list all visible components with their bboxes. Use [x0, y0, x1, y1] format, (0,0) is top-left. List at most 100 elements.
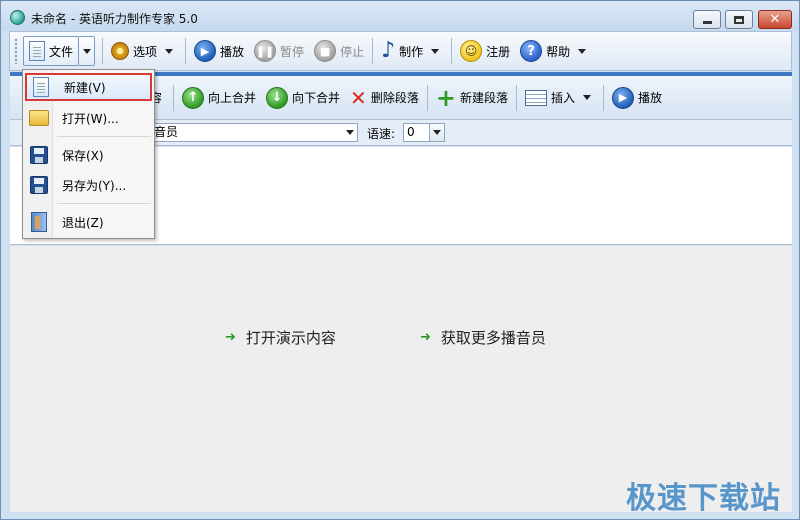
arrow-right-icon: ➜ — [225, 330, 236, 345]
stop-button-label: 停止 — [340, 44, 365, 59]
maximize-button[interactable] — [725, 10, 753, 29]
chevron-down-icon[interactable] — [165, 48, 174, 54]
insert-label: 插入 — [550, 91, 575, 105]
stop-button[interactable]: ■ 停止 — [309, 36, 369, 66]
file-button-label: 文件 — [49, 44, 74, 59]
play-icon: ▶ — [194, 40, 217, 62]
new-paragraph-button[interactable]: + 新建段落 — [431, 83, 513, 113]
arrow-up-icon: ↑ — [182, 86, 205, 109]
speed-select-value: 0 — [407, 125, 415, 139]
merge-down-button[interactable]: ↓ 向下合并 — [261, 83, 345, 113]
file-dropdown-button[interactable] — [79, 36, 96, 66]
more-voices-label: 获取更多播音员 — [440, 329, 546, 347]
close-icon: ✕ — [769, 12, 781, 27]
play-icon: ▶ — [611, 86, 634, 109]
voice-select-dropdown[interactable] — [342, 124, 357, 141]
app-window: 未命名 - 英语听力制作专家 5.0 ✕ 文件 选项 ▶ 播放 ❚❚ 暂停 ■ … — [0, 0, 800, 520]
insert-button[interactable]: 插入 — [520, 83, 600, 113]
speed-select-dropdown[interactable] — [429, 124, 444, 141]
app-globe-icon — [10, 10, 25, 25]
close-button[interactable]: ✕ — [758, 10, 792, 29]
menu-separator — [57, 203, 151, 204]
window-title: 未命名 - 英语听力制作专家 5.0 — [31, 12, 198, 26]
menu-item-save-as[interactable]: 另存为(Y)... — [25, 171, 152, 199]
toolbar-separator — [426, 84, 428, 111]
save-disk-icon — [30, 146, 48, 164]
options-button[interactable]: 选项 — [106, 36, 182, 66]
menu-item-label: 另存为(Y)... — [62, 178, 127, 193]
chevron-down-icon[interactable] — [431, 48, 440, 54]
file-button[interactable]: 文件 — [23, 36, 80, 66]
play-button[interactable]: ▶ 播放 — [189, 36, 249, 66]
arrow-right-icon: ➜ — [420, 330, 431, 345]
open-demo-link[interactable]: ➜ 打开演示内容 — [225, 327, 336, 348]
toolbar-grip[interactable] — [14, 38, 18, 64]
toolbar-separator — [372, 38, 374, 64]
minimize-icon — [702, 21, 712, 24]
menu-item-new[interactable]: 新建(V) — [25, 73, 152, 101]
toolbar-separator — [515, 84, 517, 111]
chevron-down-icon — [345, 130, 354, 135]
speed-select[interactable]: 0 — [403, 123, 445, 142]
help-button-label: 帮助 — [546, 44, 571, 59]
music-note-icon: ♪ — [381, 38, 396, 63]
voice-select[interactable]: 音员 — [150, 123, 358, 142]
register-button-label: 注册 — [486, 44, 511, 59]
delete-paragraph-label: 删除段落 — [370, 91, 419, 105]
more-voices-link[interactable]: ➜ 获取更多播音员 — [420, 327, 546, 348]
file-document-icon — [29, 41, 45, 61]
toolbar-separator — [451, 38, 453, 64]
delete-x-icon: ✕ — [350, 85, 367, 110]
help-button[interactable]: ? 帮助 — [515, 36, 595, 66]
merge-down-label: 向下合并 — [292, 91, 341, 105]
register-button[interactable]: ☺ 注册 — [455, 36, 515, 66]
menu-item-save[interactable]: 保存(X) — [25, 141, 152, 169]
open-demo-label: 打开演示内容 — [245, 329, 336, 347]
make-button-label: 制作 — [399, 44, 424, 59]
stop-icon: ■ — [314, 40, 337, 62]
minimize-button[interactable] — [693, 10, 721, 29]
menu-item-label: 新建(V) — [64, 80, 106, 95]
exit-door-icon — [31, 212, 47, 232]
make-button[interactable]: ♪ 制作 — [376, 36, 448, 66]
options-gear-icon — [111, 42, 130, 60]
pause-icon: ❚❚ — [254, 40, 277, 62]
merge-up-button[interactable]: ↑ 向上合并 — [177, 83, 261, 113]
menu-item-label: 保存(X) — [62, 148, 104, 163]
menu-item-open[interactable]: 打开(W)... — [25, 104, 152, 132]
delete-paragraph-button[interactable]: ✕ 删除段落 — [345, 83, 424, 113]
watermark-logo: 极速下载站 — [626, 481, 781, 516]
title-bar: 未命名 - 英语听力制作专家 5.0 ✕ — [1, 1, 799, 31]
toolbar-separator — [602, 84, 604, 111]
menu-item-label: 打开(W)... — [62, 111, 119, 126]
insert-table-icon — [524, 89, 547, 106]
pause-button[interactable]: ❚❚ 暂停 — [249, 36, 309, 66]
file-menu: 新建(V) 打开(W)... 保存(X) 另存为(Y)... 退出(Z) — [22, 69, 155, 239]
merge-up-label: 向上合并 — [208, 91, 257, 105]
save-as-disk-icon — [30, 176, 48, 194]
speed-label: 语速: — [367, 127, 396, 141]
open-folder-icon — [29, 110, 49, 126]
menu-separator — [57, 136, 151, 137]
main-toolbar: 文件 选项 ▶ 播放 ❚❚ 暂停 ■ 停止 ♪ 制作 ☺ 注册 ? 帮助 — [9, 31, 792, 71]
paragraph-play-button[interactable]: ▶ 播放 — [607, 83, 667, 113]
arrow-down-icon: ↓ — [266, 86, 289, 109]
smiley-icon: ☺ — [460, 40, 483, 62]
maximize-icon — [734, 15, 744, 24]
chevron-down-icon[interactable] — [578, 48, 587, 54]
pause-button-label: 暂停 — [280, 44, 305, 59]
voice-select-value: 音员 — [154, 125, 179, 139]
menu-item-exit[interactable]: 退出(Z) — [25, 208, 152, 236]
toolbar-separator — [173, 84, 175, 111]
chevron-down-icon — [433, 130, 441, 135]
toolbar-separator — [102, 38, 104, 64]
chevron-down-icon[interactable] — [582, 95, 591, 100]
plus-icon: + — [435, 83, 456, 112]
options-button-label: 选项 — [133, 44, 158, 59]
paragraph-play-label: 播放 — [637, 91, 662, 105]
new-document-icon — [33, 77, 49, 97]
toolbar-separator — [185, 38, 187, 64]
help-icon: ? — [520, 40, 543, 62]
menu-item-label: 退出(Z) — [62, 215, 104, 230]
new-paragraph-label: 新建段落 — [459, 91, 508, 105]
